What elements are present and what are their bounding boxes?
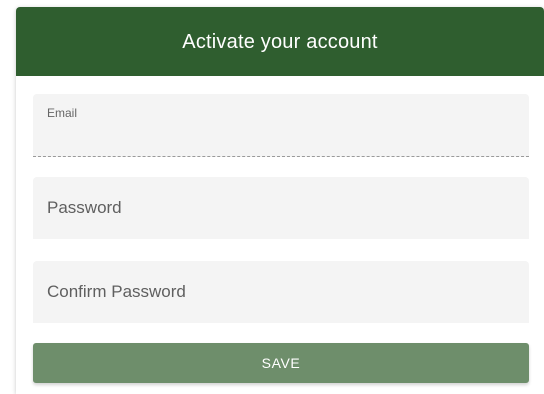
page-title: Activate your account — [182, 31, 378, 53]
email-input[interactable] — [47, 124, 517, 148]
email-label: Email — [47, 106, 78, 120]
save-button[interactable]: SAVE — [33, 343, 529, 383]
card-header: Activate your account — [16, 7, 544, 76]
email-field[interactable]: Email — [33, 94, 529, 157]
activation-card: Activate your account Email SAVE — [16, 7, 544, 394]
password-input[interactable] — [47, 177, 517, 239]
confirm-password-input[interactable] — [47, 261, 517, 323]
password-field[interactable] — [33, 177, 529, 239]
confirm-password-field[interactable] — [33, 261, 529, 323]
